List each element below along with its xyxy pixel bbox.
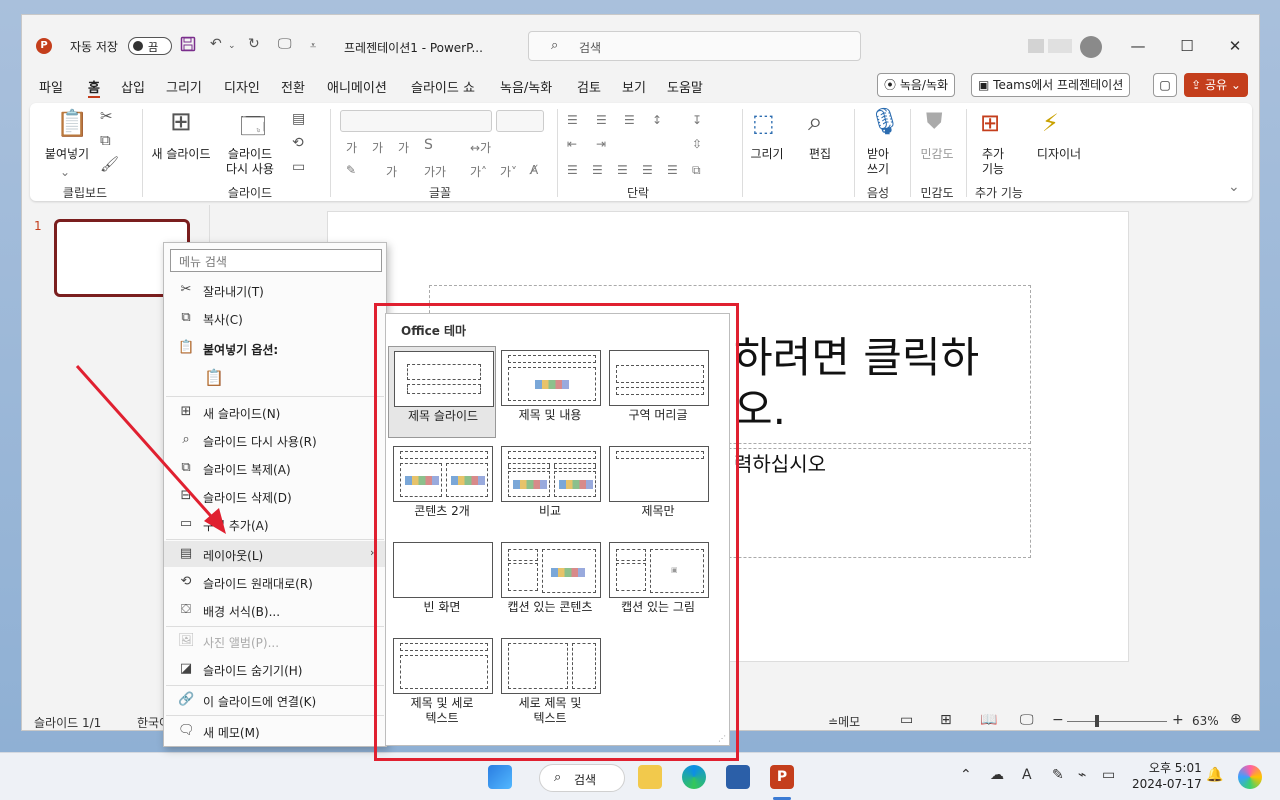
annotation-arrow bbox=[75, 365, 226, 534]
